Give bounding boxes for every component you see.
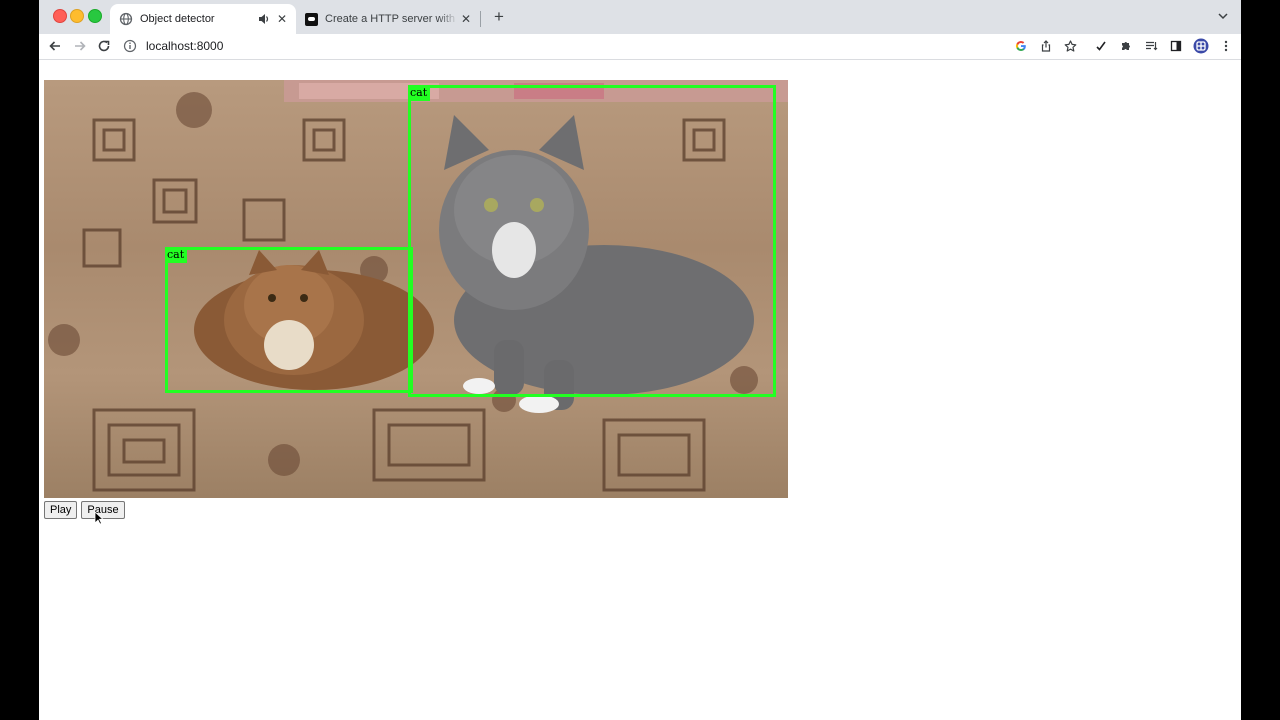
- tab-separator: [480, 11, 481, 27]
- tab-http-server[interactable]: Create a HTTP server with one ✕: [297, 4, 480, 34]
- address-bar[interactable]: localhost:8000: [123, 35, 993, 57]
- browser-window: Object detector ✕ Create a HTTP server w…: [39, 0, 1241, 720]
- profile-icon[interactable]: [1193, 38, 1209, 54]
- reading-list-icon[interactable]: [1143, 38, 1159, 54]
- maximize-window-button[interactable]: [88, 9, 102, 23]
- close-tab-icon[interactable]: ✕: [458, 11, 474, 27]
- forward-icon[interactable]: [71, 37, 89, 55]
- reload-icon[interactable]: [95, 37, 113, 55]
- detection-box-cat: cat: [165, 247, 413, 393]
- video-frame[interactable]: cat cat: [44, 80, 788, 498]
- puzzle-icon[interactable]: [1118, 38, 1134, 54]
- video-controls: Play Pause: [44, 501, 125, 519]
- info-icon[interactable]: [123, 39, 137, 53]
- tab-object-detector[interactable]: Object detector ✕: [110, 4, 296, 34]
- chevron-down-icon[interactable]: [1217, 9, 1231, 23]
- new-tab-icon[interactable]: +: [490, 7, 508, 26]
- share-icon[interactable]: [1038, 38, 1054, 54]
- more-icon[interactable]: [1218, 38, 1234, 54]
- google-icon[interactable]: [1013, 38, 1029, 54]
- minimize-window-button[interactable]: [70, 9, 84, 23]
- star-icon[interactable]: [1062, 38, 1078, 54]
- detection-label: cat: [165, 247, 188, 263]
- tab-title: Object detector: [140, 13, 215, 25]
- url-text: localhost:8000: [146, 39, 224, 53]
- toolbar: localhost:8000: [39, 34, 1241, 60]
- video-site-icon: [305, 12, 318, 26]
- side-panel-icon[interactable]: [1168, 38, 1184, 54]
- mouse-cursor-icon: [94, 511, 105, 530]
- tab-title: Create a HTTP server with one: [325, 13, 458, 25]
- back-icon[interactable]: [46, 37, 64, 55]
- tab-strip: Object detector ✕ Create a HTTP server w…: [39, 0, 1241, 34]
- play-button[interactable]: Play: [44, 501, 78, 519]
- globe-icon: [119, 12, 133, 26]
- detection-box-cat: cat: [408, 85, 776, 397]
- speaker-icon[interactable]: [256, 11, 272, 27]
- detection-label: cat: [408, 85, 431, 101]
- close-window-button[interactable]: [53, 9, 67, 23]
- close-tab-icon[interactable]: ✕: [274, 11, 290, 27]
- check-icon[interactable]: [1093, 38, 1109, 54]
- page-content: cat cat Play Pause: [39, 60, 1241, 720]
